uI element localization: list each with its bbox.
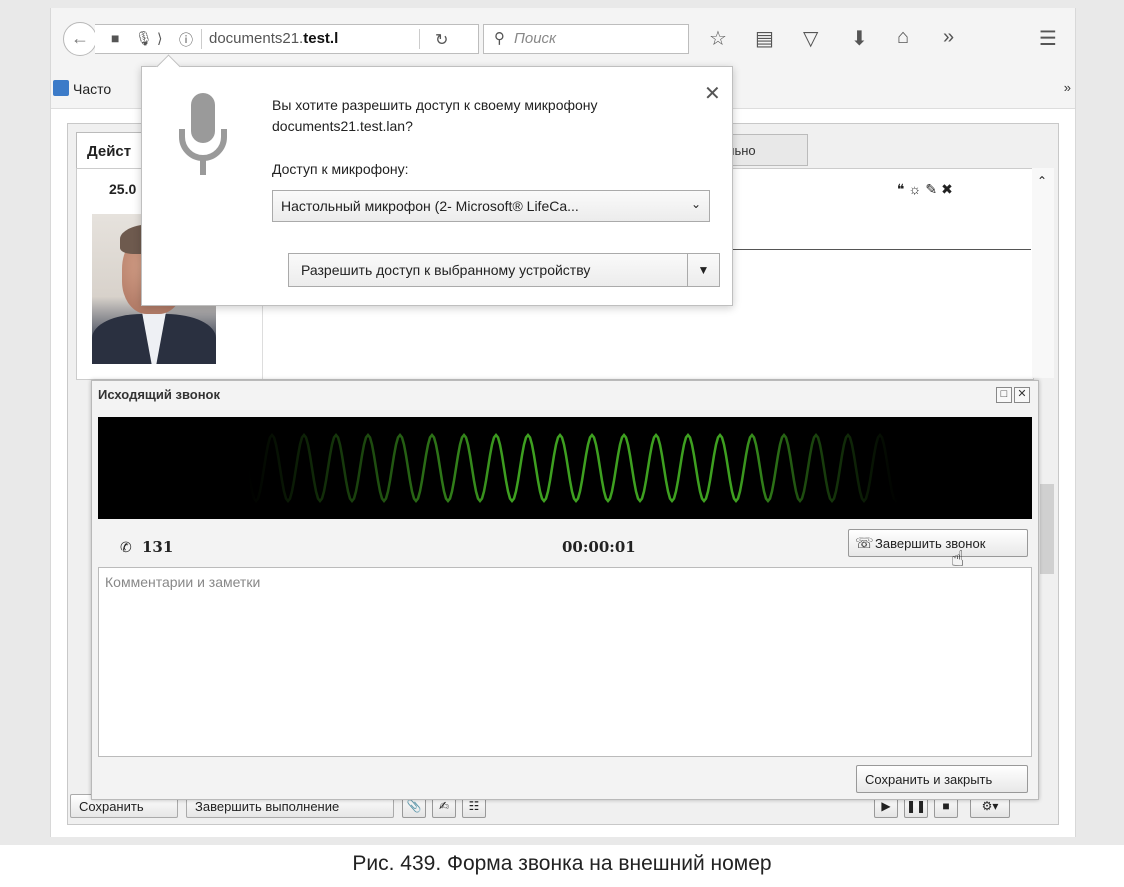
scrollbar[interactable]: ⌃ — [1032, 168, 1054, 378]
call-number: 131 — [142, 538, 174, 556]
outgoing-call-dialog: Исходящий звонок □ ✕ ✆ 131 00:00:01 ☏ За… — [91, 380, 1039, 800]
close-icon[interactable]: ✕ — [1014, 387, 1030, 403]
star-icon[interactable]: ☆ — [709, 26, 727, 51]
info-icon[interactable]: ⓘ — [179, 30, 193, 50]
maximize-icon[interactable]: □ — [996, 387, 1012, 403]
chevron-up-icon[interactable]: ⌃ — [1037, 174, 1047, 188]
hangup-icon: ☏ — [855, 535, 874, 552]
end-call-label: Завершить звонок — [875, 536, 986, 551]
microphone-icon[interactable]: 🎙 — [135, 30, 153, 47]
browser-toolbar: ← ■ 🎙 ⟩ ⓘ documents21.test.l ↻ ⚲ Поиск ☆… — [51, 8, 1075, 70]
phone-icon: ✆ — [120, 539, 132, 555]
screenshot: ← ■ 🎙 ⟩ ⓘ documents21.test.l ↻ ⚲ Поиск ☆… — [50, 8, 1076, 837]
scroll-thumb[interactable] — [1040, 484, 1054, 574]
search-placeholder: Поиск — [514, 30, 557, 47]
allow-device-button[interactable]: Разрешить доступ к выбранному устройству — [288, 253, 688, 287]
pencil-icon[interactable]: ✎ — [925, 181, 941, 197]
url-bold: test.l — [303, 30, 339, 47]
reader-icon[interactable]: ▤ — [755, 26, 774, 51]
notes-field[interactable]: Комментарии и заметки — [98, 567, 1032, 757]
close-icon[interactable]: ✕ — [704, 81, 721, 106]
notes-placeholder: Комментарии и заметки — [105, 574, 261, 590]
allow-options-dropdown[interactable]: ▼ — [688, 253, 720, 287]
address-bar[interactable]: ■ 🎙 ⟩ ⓘ documents21.test.l ↻ — [95, 24, 479, 54]
device-label: Доступ к микрофону: — [272, 161, 409, 177]
search-bar[interactable]: ⚲ Поиск — [483, 24, 689, 54]
dialog-title: Исходящий звонок — [98, 387, 221, 402]
call-timer: 00:00:01 — [562, 538, 636, 556]
save-and-close-button[interactable]: Сохранить и закрыть — [856, 765, 1028, 793]
waveform-svg — [246, 432, 899, 504]
device-select[interactable]: Настольный микрофон (2- Microsoft® LifeC… — [272, 190, 710, 222]
home-icon[interactable]: ⌂ — [897, 26, 909, 49]
pocket-icon[interactable]: ▽ — [803, 26, 818, 51]
device-icon[interactable]: ■ — [111, 30, 119, 46]
quote-icon[interactable]: ❝ — [897, 181, 909, 197]
permission-message: Вы хотите разрешить доступ к своему микр… — [272, 97, 598, 134]
url-prefix: documents21. — [209, 30, 304, 47]
bookmark-icon — [53, 80, 69, 96]
tab-actions[interactable]: Дейст — [76, 132, 146, 168]
hide-icon[interactable]: ☼ — [909, 181, 926, 197]
chevron-down-icon: ⌄ — [690, 197, 701, 211]
bookmark-item[interactable]: Часто — [73, 81, 111, 97]
menu-icon[interactable]: ☰ — [1039, 26, 1057, 51]
chevron-right-icon: ⟩ — [157, 30, 163, 46]
overflow-icon[interactable]: » — [943, 26, 954, 49]
mic-permission-popup: Вы хотите разрешить доступ к своему микр… — [141, 54, 733, 306]
url-text[interactable]: documents21.test.l — [209, 30, 338, 47]
end-call-button[interactable]: ☏ Завершить звонок — [848, 529, 1028, 557]
microphone-large-icon — [179, 93, 227, 175]
separator — [201, 29, 202, 49]
back-button[interactable]: ← — [63, 22, 97, 56]
figure-caption: Рис. 439. Форма звонка на внешний номер — [352, 852, 772, 875]
reload-icon[interactable]: ↻ — [435, 30, 448, 50]
bookmarks-more[interactable]: » — [1064, 80, 1071, 95]
search-icon: ⚲ — [494, 30, 505, 47]
editor-tools: ❝☼✎✖ — [897, 181, 957, 198]
selected-device: Настольный микрофон (2- Microsoft® LifeC… — [281, 198, 579, 214]
download-icon[interactable]: ⬇ — [851, 26, 868, 51]
audio-waveform — [98, 417, 1032, 519]
separator — [419, 29, 420, 49]
close-icon[interactable]: ✖ — [941, 181, 957, 197]
task-date: 25.0 — [109, 181, 137, 197]
hand-cursor-icon: ☝ — [951, 546, 965, 571]
